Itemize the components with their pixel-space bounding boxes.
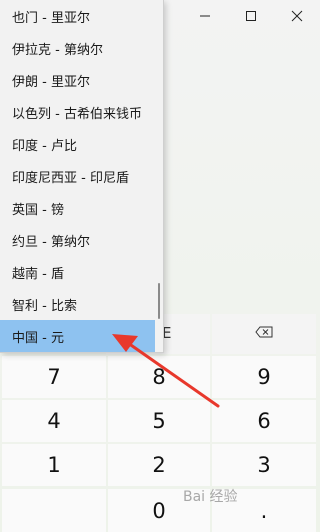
red-arrow-annotation (112, 334, 220, 408)
watermark: Bai 经验 (183, 489, 238, 505)
